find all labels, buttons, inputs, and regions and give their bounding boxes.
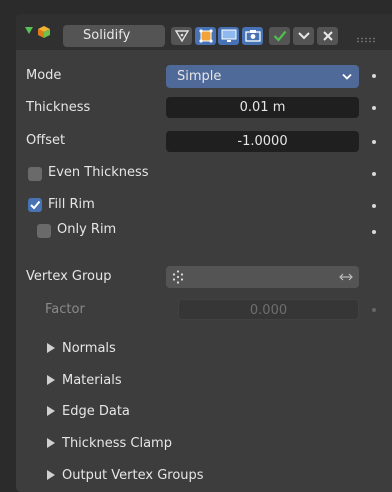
modifier-menu-button[interactable] xyxy=(293,27,314,45)
vertex-group-icon xyxy=(172,270,184,284)
factor-field: 0.000 xyxy=(178,299,359,320)
only-rim-checkbox[interactable] xyxy=(37,224,51,238)
subpanel-output-vertex-groups[interactable]: Output Vertex Groups xyxy=(47,468,204,483)
subpanel-label: Output Vertex Groups xyxy=(62,468,204,483)
disclosure-triangle-icon xyxy=(47,437,55,448)
keyframe-dot[interactable] xyxy=(372,106,376,110)
keyframe-dot[interactable] xyxy=(372,230,376,234)
keyframe-dot[interactable] xyxy=(372,204,376,208)
fill-rim-checkbox[interactable] xyxy=(28,198,42,212)
arrow-left-right-icon xyxy=(339,273,353,281)
modifier-header: Solidify xyxy=(16,14,392,50)
subpanel-label: Normals xyxy=(62,341,116,356)
solidify-modifier-icon xyxy=(37,25,51,39)
disclosure-triangle-icon xyxy=(47,342,55,353)
checkmark-icon xyxy=(30,200,41,210)
disclosure-triangle-icon xyxy=(47,405,55,416)
invert-vertex-group-button[interactable] xyxy=(334,266,359,288)
edit-cage-icon xyxy=(174,30,189,42)
thickness-field[interactable]: 0.01 m xyxy=(166,97,359,118)
mode-value: Simple xyxy=(177,69,222,84)
even-thickness-checkbox[interactable] xyxy=(28,167,42,181)
thickness-label: Thickness xyxy=(26,100,91,115)
realtime-toggle[interactable] xyxy=(218,27,239,45)
keyframe-dot[interactable] xyxy=(372,172,376,176)
edit-mode-icon xyxy=(198,29,213,43)
mode-dropdown[interactable]: Simple xyxy=(166,65,359,88)
chevron-down-icon xyxy=(297,32,310,40)
mode-label: Mode xyxy=(26,68,62,83)
drag-handle-icon[interactable] xyxy=(356,32,380,43)
subpanel-label: Thickness Clamp xyxy=(62,436,172,451)
factor-label: Factor xyxy=(45,302,85,317)
camera-icon xyxy=(244,30,261,42)
keyframe-dot[interactable] xyxy=(372,74,376,78)
fill-rim-label: Fill Rim xyxy=(48,197,95,212)
modifier-name-text: Solidify xyxy=(83,28,131,43)
close-icon xyxy=(322,31,333,41)
offset-label: Offset xyxy=(26,133,66,148)
vertex-group-field[interactable] xyxy=(166,266,334,288)
even-thickness-label: Even Thickness xyxy=(48,165,149,180)
keyframe-dot[interactable] xyxy=(372,140,376,144)
render-toggle[interactable] xyxy=(242,27,263,45)
keyframe-dot xyxy=(372,308,376,312)
edit-mode-toggle[interactable] xyxy=(195,27,216,45)
subpanel-label: Materials xyxy=(62,373,122,388)
disclosure-triangle-icon xyxy=(47,374,55,385)
vertex-group-label: Vertex Group xyxy=(26,269,112,284)
monitor-icon xyxy=(221,29,236,42)
apply-button[interactable] xyxy=(269,27,290,45)
subpanel-label: Edge Data xyxy=(62,404,130,419)
subpanel-thickness-clamp[interactable]: Thickness Clamp xyxy=(47,436,172,451)
modifier-name-field[interactable]: Solidify xyxy=(63,25,165,47)
only-rim-label: Only Rim xyxy=(57,222,117,237)
subpanel-materials[interactable]: Materials xyxy=(47,373,122,388)
checkmark-icon xyxy=(273,30,286,42)
collapse-arrow-icon[interactable] xyxy=(25,27,33,34)
delete-modifier-button[interactable] xyxy=(317,27,338,45)
chevron-down-icon xyxy=(342,73,352,80)
modifier-panel: Solidify Mode Simple Thickness 0.01 m Of… xyxy=(16,14,392,492)
disclosure-triangle-icon xyxy=(47,469,55,480)
offset-field[interactable]: -1.0000 xyxy=(166,131,359,152)
edit-cage-toggle[interactable] xyxy=(171,27,192,45)
subpanel-normals[interactable]: Normals xyxy=(47,341,116,356)
subpanel-edge-data[interactable]: Edge Data xyxy=(47,404,130,419)
